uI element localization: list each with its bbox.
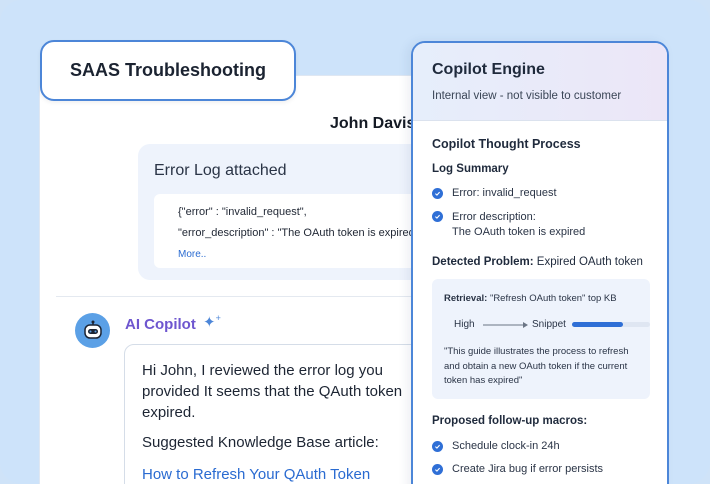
log-line: "error_description" : "The OAuth token i… [178,227,418,239]
log-summary-title: Log Summary [432,163,509,175]
kb-suggestion-label: Suggested Knowledge Base article: [142,434,379,451]
copilot-reply-text: Hi John, I reviewed the error log you pr… [142,362,403,421]
divider [56,296,440,297]
retrieval-quote: "This guide illustrates the process to r… [444,346,629,386]
summary-label: Error description: [452,211,536,223]
retrieval-value: "Refresh OAuth token" top KB [487,293,617,304]
log-code-block: {"error" : "invalid_request", "error_des… [154,194,444,268]
summary-value: invalid_request [479,187,557,199]
check-icon [432,211,443,222]
user-name: John Davis [330,115,416,132]
flow-to-label: Snippet [532,319,566,330]
app-frame: SAAS Troubleshooting John Davis Error Lo… [0,0,710,484]
arrow-right-icon [483,322,528,328]
macro-label: Schedule clock-in 24h [452,440,560,452]
confidence-bar-fill [572,322,623,327]
flow-from-label: High [454,319,475,330]
page-title: SAAS Troubleshooting [40,40,296,101]
error-log-card[interactable]: Error Log attached {"error" : "invalid_r… [138,144,444,280]
check-icon [432,188,443,199]
check-icon [432,441,443,452]
engine-title: Copilot Engine [432,61,545,78]
detected-label: Detected Problem: [432,256,534,268]
sparkle-icon: ✦+ [203,313,221,331]
detected-value: Expired OAuth token [533,256,643,268]
copilot-engine-panel: Copilot Engine Internal view - not visib… [411,41,669,484]
retrieval-flow: High Snippet [454,319,650,331]
macros-title: Proposed follow-up macros: [432,415,588,427]
engine-subtitle: Internal view - not visible to customer [432,90,622,102]
confidence-bar [572,322,650,327]
bot-avatar-icon [75,313,110,348]
retrieval-box: Retrieval: "Refresh OAuth token" top KB … [432,279,650,399]
check-icon [432,464,443,475]
macro-item[interactable]: Schedule clock-in 24h [432,440,560,452]
retrieval-line: Retrieval: "Refresh OAuth token" top KB [444,293,617,304]
retrieval-label: Retrieval: [444,293,488,304]
engine-header: Copilot Engine Internal view - not visib… [413,43,667,121]
copilot-name: AI Copilot [125,316,196,333]
summary-item: Error: invalid_request [432,187,557,199]
macro-label: Create Jira bug if error persists [452,463,603,475]
more-link[interactable]: More.. [178,244,444,265]
summary-value: The OAuth token is expired [452,226,586,238]
thought-process-title: Copilot Thought Process [432,137,581,151]
detected-problem: Detected Problem: Expired OAuth token [432,256,643,268]
log-title: Error Log attached [154,162,287,179]
macro-item[interactable]: Create Jira bug if error persists [432,463,603,475]
kb-article-link[interactable]: How to Refresh Your QAuth Token [142,466,370,483]
summary-item: Error description: The OAuth token is ex… [432,210,585,240]
log-line: {"error" : "invalid_request", [178,206,307,218]
summary-label: Error: [452,187,480,199]
